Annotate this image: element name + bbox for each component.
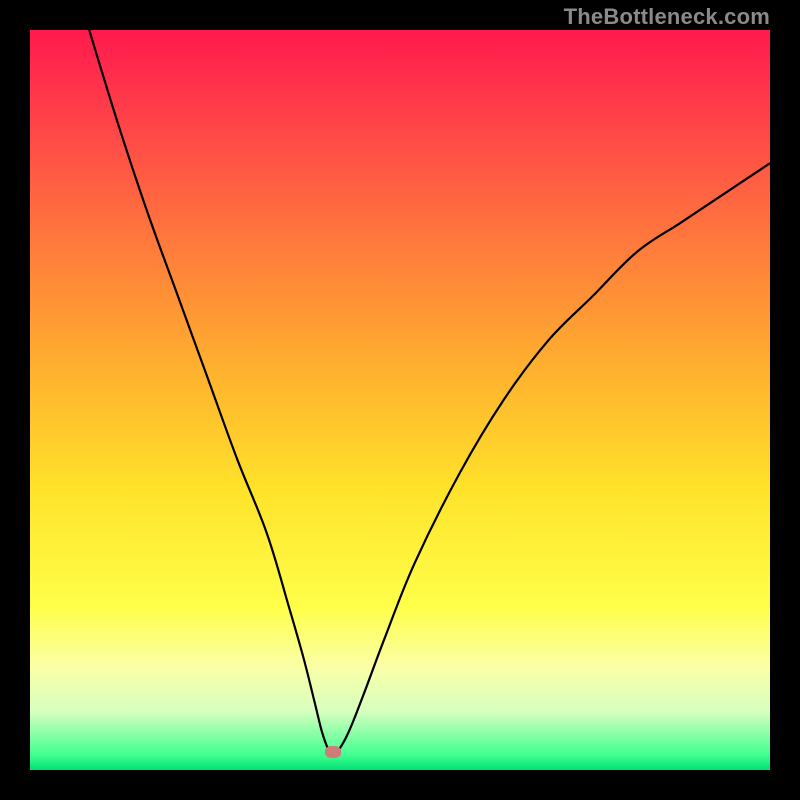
- chart-background: [30, 30, 770, 770]
- chart-svg: [30, 30, 770, 770]
- optimum-marker: [325, 746, 341, 758]
- chart-frame: [30, 30, 770, 770]
- watermark-label: TheBottleneck.com: [564, 4, 770, 30]
